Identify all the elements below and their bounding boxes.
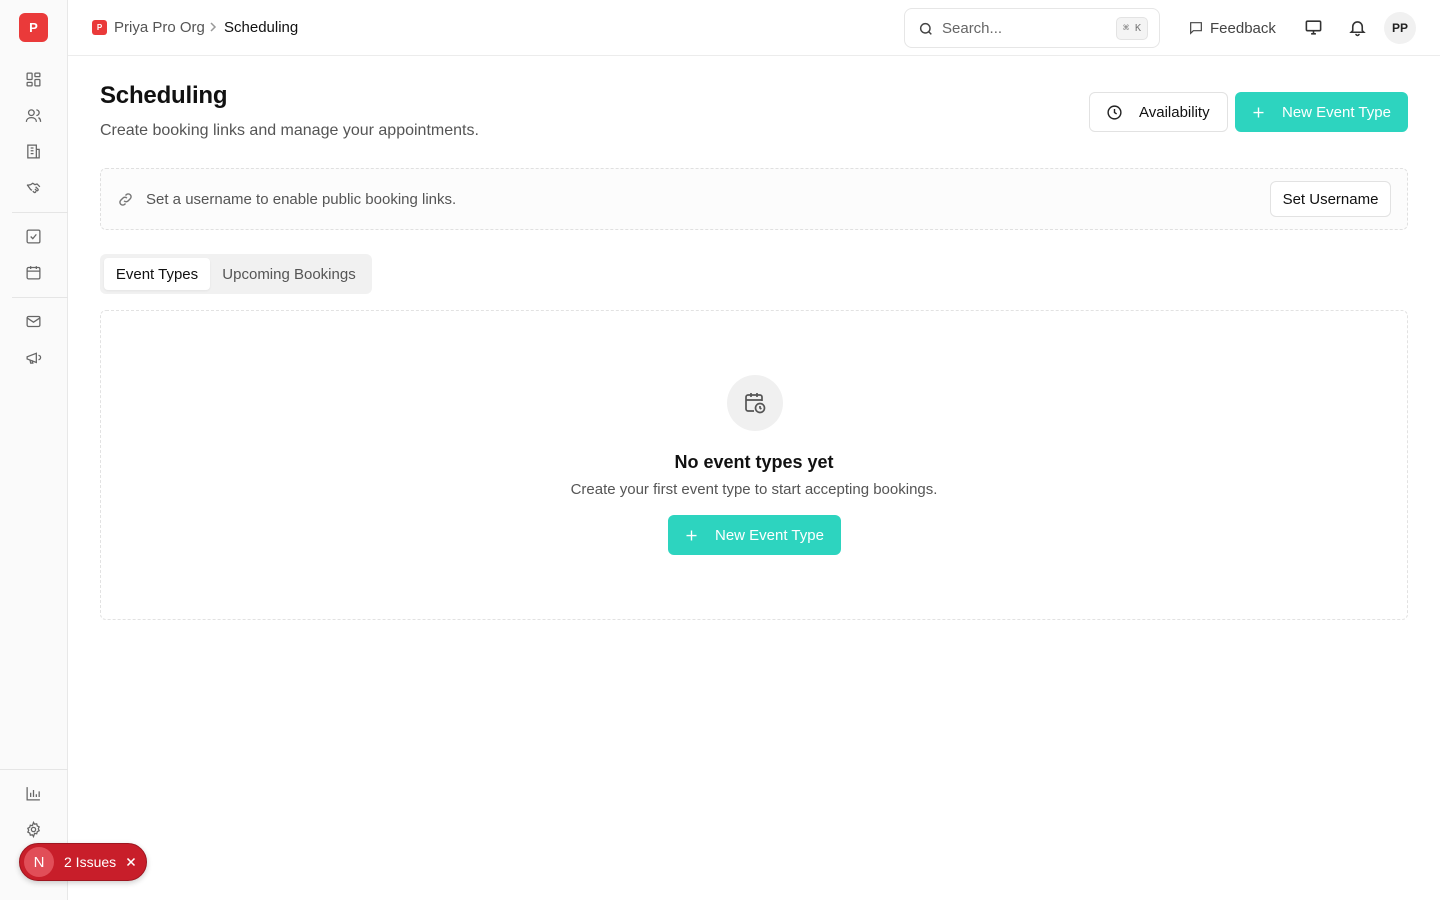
clock-icon: [1107, 104, 1122, 120]
feedback-label: Feedback: [1210, 19, 1276, 37]
new-event-type-label: New Event Type: [1282, 103, 1391, 121]
workspace-logo[interactable]: P: [19, 13, 48, 42]
plus-icon: [686, 530, 697, 540]
issues-badge: N: [24, 847, 54, 877]
empty-state-title: No event types yet: [674, 452, 834, 472]
mail-icon[interactable]: [24, 312, 43, 331]
calendar-icon[interactable]: [24, 263, 43, 282]
search-placeholder: Search...: [942, 20, 1003, 37]
sidebar: P: [0, 0, 68, 900]
link-icon: [119, 193, 132, 206]
handshake-icon[interactable]: [24, 178, 43, 197]
tab-upcoming-bookings[interactable]: Upcoming Bookings: [214, 258, 364, 290]
message-square-icon: [1190, 22, 1202, 35]
page-title: Scheduling: [100, 82, 228, 109]
search-input[interactable]: Search... ⌘ K: [904, 8, 1160, 48]
page-subtitle: Create booking links and manage your app…: [100, 122, 479, 139]
calendar-clock-icon: [727, 375, 783, 431]
availability-label: Availability: [1139, 103, 1210, 121]
empty-new-event-type-label: New Event Type: [715, 526, 824, 544]
chevron-right-icon: [210, 22, 217, 32]
availability-button[interactable]: Availability: [1089, 92, 1228, 132]
users-icon[interactable]: [24, 106, 43, 125]
gear-icon[interactable]: [24, 820, 43, 839]
new-event-type-button[interactable]: New Event Type: [1235, 92, 1408, 132]
monitor-icon[interactable]: [1304, 18, 1323, 37]
empty-state: No event types yet Create your first eve…: [100, 310, 1408, 620]
tab-list: Event Types Upcoming Bookings: [100, 254, 372, 294]
sidebar-divider: [0, 769, 68, 770]
bell-icon[interactable]: [1348, 18, 1367, 37]
sidebar-divider: [12, 212, 68, 213]
dashboard-icon[interactable]: [24, 70, 43, 89]
empty-state-description: Create your first event type to start ac…: [570, 481, 938, 498]
building-icon[interactable]: [24, 142, 43, 161]
megaphone-icon[interactable]: [24, 348, 43, 367]
breadcrumb-org[interactable]: Priya Pro Org: [114, 19, 205, 36]
org-badge: P: [92, 20, 107, 35]
top-bar: P Priya Pro Org Scheduling Search... ⌘ K…: [68, 0, 1440, 56]
task-check-icon[interactable]: [24, 227, 43, 246]
tab-event-types[interactable]: Event Types: [104, 258, 210, 290]
feedback-button[interactable]: Feedback: [1188, 17, 1276, 39]
close-icon[interactable]: [124, 855, 138, 869]
empty-new-event-type-button[interactable]: New Event Type: [668, 515, 841, 555]
sidebar-divider: [12, 297, 68, 298]
notice-text: Set a username to enable public booking …: [146, 191, 457, 208]
avatar[interactable]: PP: [1384, 12, 1416, 44]
plus-icon: [1253, 107, 1264, 117]
bar-chart-icon[interactable]: [24, 784, 43, 803]
search-shortcut: ⌘ K: [1115, 17, 1148, 40]
username-notice: Set a username to enable public booking …: [100, 168, 1408, 230]
breadcrumb-current: Scheduling: [224, 19, 299, 36]
search-icon: [919, 22, 932, 35]
issues-label: 2 Issues: [64, 854, 117, 870]
issues-toast[interactable]: N 2 Issues: [19, 843, 147, 881]
set-username-button[interactable]: Set Username: [1270, 181, 1391, 217]
